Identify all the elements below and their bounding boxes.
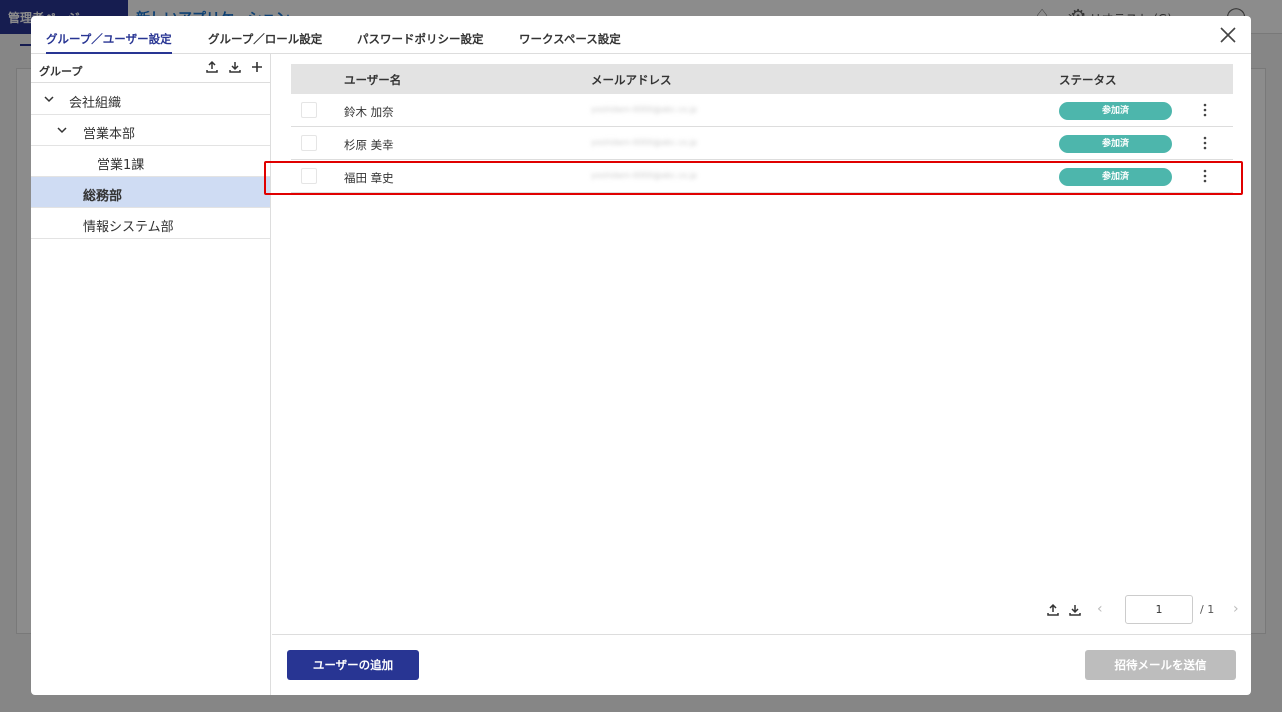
column-header-status[interactable]: ステータス [1059, 72, 1117, 88]
tree-item-company[interactable]: 会社組織 [31, 84, 270, 115]
chevron-down-icon[interactable] [56, 124, 68, 136]
tree-item-sales-hq[interactable]: 営業本部 [31, 115, 270, 146]
tree-item-label: 総務部 [83, 189, 123, 204]
chevron-right-icon[interactable]: › [1233, 601, 1239, 617]
column-header-username[interactable]: ユーザー名 [344, 72, 401, 88]
table-row[interactable]: 杉原 美幸 yoshidam-0000@abc.co.jp 参加済 [291, 127, 1233, 160]
user-email: yoshidam-0000@abc.co.jp [591, 134, 731, 152]
table-header: ユーザー名 メールアドレス ステータス [291, 64, 1233, 94]
user-name: 鈴木 加奈 [344, 105, 394, 119]
row-checkbox[interactable] [301, 135, 317, 151]
tab-password-policy[interactable]: パスワードポリシー設定 [357, 16, 484, 54]
settings-modal: グループ／ユーザー設定 グループ／ロール設定 パスワードポリシー設定 ワークスペ… [31, 16, 1251, 695]
modal-footer: ユーザーの追加 招待メールを送信 [272, 634, 1251, 695]
page-total: / 1 [1200, 603, 1215, 616]
group-panel-title: グループ [39, 65, 83, 78]
user-email-text: yoshidam-0000@abc.co.jp [591, 171, 698, 180]
status-badge: 参加済 [1059, 102, 1172, 120]
upload-icon[interactable] [205, 60, 219, 74]
status-badge: 参加済 [1059, 135, 1172, 153]
add-group-icon[interactable] [250, 60, 264, 74]
send-invite-button[interactable]: 招待メールを送信 [1085, 650, 1236, 680]
tab-group-role-settings[interactable]: グループ／ロール設定 [208, 16, 322, 54]
group-panel-header: グループ [31, 54, 271, 83]
user-email: yoshidam-0000@abc.co.jp [591, 101, 731, 119]
more-options-icon[interactable] [1201, 169, 1209, 183]
row-checkbox[interactable] [301, 102, 317, 118]
user-email-text: yoshidam-0000@abc.co.jp [591, 138, 698, 147]
table-row[interactable]: 福田 章史 yoshidam-0000@abc.co.jp 参加済 [291, 160, 1233, 193]
row-checkbox[interactable] [301, 168, 317, 184]
tree-item-general-affairs[interactable]: 総務部 [31, 177, 270, 208]
user-email-text: yoshidam-0000@abc.co.jp [591, 105, 698, 114]
tab-group-user-settings[interactable]: グループ／ユーザー設定 [46, 16, 172, 54]
user-name: 杉原 美幸 [344, 138, 394, 152]
download-icon[interactable] [228, 60, 242, 74]
more-options-icon[interactable] [1201, 136, 1209, 150]
tree-item-label: 情報システム部 [83, 220, 174, 235]
user-name: 福田 章史 [344, 171, 394, 185]
export-icon[interactable] [1046, 603, 1060, 617]
tab-workspace-settings[interactable]: ワークスペース設定 [519, 16, 621, 54]
import-icon[interactable] [1068, 603, 1082, 617]
chevron-left-icon[interactable]: ‹ [1097, 601, 1103, 617]
table-row[interactable]: 鈴木 加奈 yoshidam-0000@abc.co.jp 参加済 [291, 94, 1233, 127]
column-header-email[interactable]: メールアドレス [591, 72, 672, 88]
modal-tab-bar: グループ／ユーザー設定 グループ／ロール設定 パスワードポリシー設定 ワークスペ… [31, 16, 1251, 54]
close-icon[interactable] [1219, 26, 1237, 44]
add-user-button[interactable]: ユーザーの追加 [287, 650, 419, 680]
more-options-icon[interactable] [1201, 103, 1209, 117]
group-panel: グループ 会社組織 営業本部 営業1課 総務部 情報システム部 [31, 54, 271, 695]
page-number-input[interactable] [1125, 595, 1193, 624]
tree-item-information-systems[interactable]: 情報システム部 [31, 208, 270, 239]
tree-item-label: 営業1課 [97, 158, 145, 173]
tree-item-label: 営業本部 [83, 127, 136, 142]
user-email: yoshidam-0000@abc.co.jp [591, 167, 731, 185]
tree-item-label: 会社組織 [69, 96, 122, 111]
chevron-down-icon[interactable] [43, 93, 55, 105]
status-badge: 参加済 [1059, 168, 1172, 186]
user-panel: ユーザー名 メールアドレス ステータス 鈴木 加奈 yoshidam-0000@… [272, 54, 1251, 695]
tree-item-sales-1[interactable]: 営業1課 [31, 146, 270, 177]
